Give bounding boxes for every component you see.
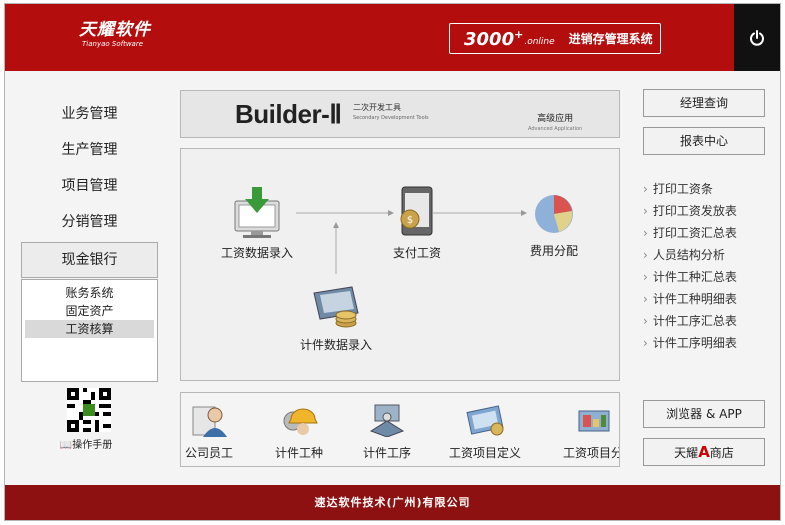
flow-connectors [296,210,527,274]
chevron-right-icon: › [643,182,648,196]
tool-piecework-process[interactable]: 计件工序 [363,403,411,461]
piecework-entry-icon [313,286,359,328]
svg-text:$: $ [407,215,413,226]
flow-label-piecework-entry: 计件数据录入 [299,338,372,352]
product-name: 进销存管理系统 [568,32,653,46]
chevron-right-icon: › [643,314,648,328]
worker-helmet-icon [283,408,318,435]
power-button[interactable] [734,4,780,71]
browser-app-button[interactable]: 浏览器 & APP [643,400,765,428]
chevron-right-icon: › [643,292,648,306]
nav-item-production[interactable]: 生产管理 [21,132,158,168]
nav-item-cash-bank[interactable]: 现金银行 [21,242,158,278]
tool-piecework-types[interactable]: 计件工种 [275,403,323,461]
store-a-logo: A [698,443,710,461]
tianyao-store-button[interactable]: 天耀A商店 [643,438,765,466]
sub-module-panel: 账务系统 固定资产 工资核算 [21,279,158,382]
flow-node-salary-entry[interactable]: 工资数据录入 [217,185,297,261]
app-window: 天耀软件 Tianyao Software 3000+ .online 进销存管… [4,3,781,521]
builder-subtitle: 二次开发工具 Secondary Development Tools [353,103,429,121]
salary-entry-icon [234,187,280,238]
report-center-button[interactable]: 报表中心 [643,127,765,155]
flow-label-expense-allocation: 费用分配 [529,244,578,258]
pie-chart-icon [535,195,573,233]
payroll-toolbar: 公司员工 计件工种 计件工序 工资项目定义 工资项目分 [180,392,620,467]
manager-query-button[interactable]: 经理查询 [643,89,765,117]
sub-item-accounting[interactable]: 账务系统 [25,284,154,302]
report-item[interactable]: › 打印工资发放表 [643,200,773,222]
chevron-right-icon: › [643,270,648,284]
qr-code-icon [67,388,111,432]
report-item[interactable]: › 打印工资条 [643,178,773,200]
nav-item-distribution[interactable]: 分销管理 [21,204,158,240]
nav-item-project[interactable]: 项目管理 [21,168,158,204]
advanced-app-label[interactable]: 高级应用 Advanced Application [528,114,582,134]
flow-label-salary-entry: 工资数据录入 [220,246,293,260]
product-online: .online [524,36,555,47]
footer-company: 速达软件技术(广州)有限公司 [314,496,471,509]
report-list: › 打印工资条 › 打印工资发放表 › 打印工资汇总表 › 人员结构分析 › 计件工种汇总… [643,178,773,354]
brand-logo: 天耀软件 Tianyao Software [79,20,151,49]
tool-salary-item-define[interactable]: 工资项目定义 [449,403,521,461]
product-title-box: 3000+ .online 进销存管理系统 [449,23,661,54]
report-item[interactable]: › 计件工序汇总表 [643,310,773,332]
tool-salary-item-alloc[interactable]: 工资项目分 [563,403,620,461]
tool-employees[interactable]: 公司员工 [185,403,233,461]
report-item[interactable]: › 计件工序明细表 [643,332,773,354]
report-item[interactable]: › 人员结构分析 [643,244,773,266]
chevron-right-icon: › [643,204,648,218]
salary-item-icon [466,405,504,436]
sub-item-payroll[interactable]: 工资核算 [25,320,154,338]
tool-label-employees: 公司员工 [185,446,234,460]
payroll-flow-panel: 工资数据录入 $ 支付工资 费用分配 计件数据录入 [180,148,620,381]
employee-icon [192,406,227,437]
header-bar: 天耀软件 Tianyao Software 3000+ .online 进销存管… [5,4,780,71]
manual-qr[interactable]: 📖操作手册 [60,388,117,451]
module-nav: 业务管理 生产管理 项目管理 分销管理 现金银行 [21,96,158,278]
chevron-right-icon: › [643,248,648,262]
report-item[interactable]: › 打印工资汇总表 [643,222,773,244]
salary-item-alloc-icon [578,410,610,432]
sub-item-fixed-assets[interactable]: 固定资产 [25,302,154,320]
builder-banner[interactable]: Builder-Ⅱ 二次开发工具 Secondary Development T… [180,90,620,138]
nav-item-business[interactable]: 业务管理 [21,96,158,132]
tool-label-salary-item-alloc: 工资项目分 [563,446,620,460]
power-icon [750,29,764,46]
logo-text-cn: 天耀软件 [79,20,151,40]
process-icon [369,404,405,438]
flow-node-piecework-entry[interactable]: 计件数据录入 [293,283,379,353]
report-item[interactable]: › 计件工种汇总表 [643,266,773,288]
tool-label-piecework-types: 计件工种 [275,446,324,460]
report-item[interactable]: › 计件工种明细表 [643,288,773,310]
product-version: 3000+ [464,27,524,50]
logo-text-en: Tianyao Software [82,40,144,48]
chevron-right-icon: › [643,226,648,240]
flow-node-expense-allocation[interactable]: 费用分配 [519,189,589,259]
flow-node-pay-salary[interactable]: $ 支付工资 [387,185,447,261]
builder-title: Builder-Ⅱ [235,99,342,129]
qr-manual-label: 📖操作手册 [59,440,113,451]
footer-bar: 速达软件技术(广州)有限公司 [5,485,780,520]
tool-label-piecework-process: 计件工序 [363,446,412,460]
pay-salary-icon: $ [400,186,433,236]
flow-label-pay-salary: 支付工资 [392,246,441,260]
tool-label-salary-item-define: 工资项目定义 [449,446,522,460]
chevron-right-icon: › [643,336,648,350]
